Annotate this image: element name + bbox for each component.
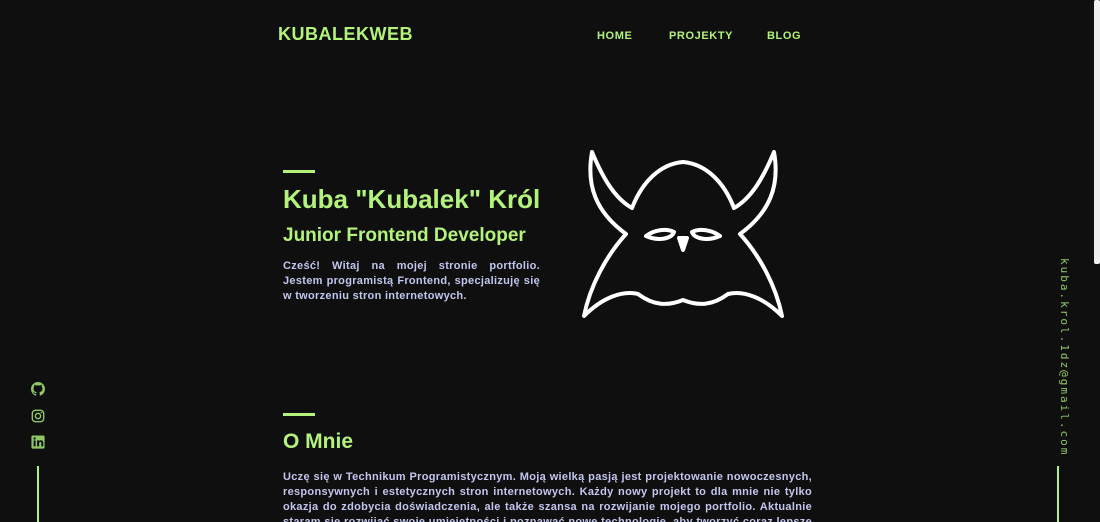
about-text: Uczę się w Technikum Programistycznym. M… [283,471,812,522]
owl-logo-icon [582,150,784,318]
hero-intro-text: Cześć! Witaj na mojej stronie portfolio.… [283,260,540,302]
nav-home[interactable]: HOME [597,30,632,42]
nav-blog[interactable]: BLOG [767,30,801,42]
contact-email-link[interactable]: kuba.krol.1dz@gmail.com [1058,258,1071,456]
about-title: O Mnie [283,430,354,453]
hero-name: Kuba "Kubalek" Król [283,184,541,214]
brand-logo-text[interactable]: KUBALEKWEB [278,24,413,45]
hero-accent-bar [283,170,315,173]
instagram-icon[interactable] [31,409,45,423]
github-icon[interactable] [31,382,45,396]
portfolio-page: KUBALEKWEB HOME PROJEKTY BLOG Kuba "Kuba… [0,0,1100,522]
linkedin-icon[interactable] [31,435,45,449]
email-rail-line [1057,466,1059,522]
scrollbar-thumb[interactable] [1094,0,1100,264]
hero-role: Junior Frontend Developer [283,225,526,246]
about-accent-bar [283,413,315,416]
social-rail-line [37,466,39,522]
nav-projekty[interactable]: PROJEKTY [669,30,733,42]
